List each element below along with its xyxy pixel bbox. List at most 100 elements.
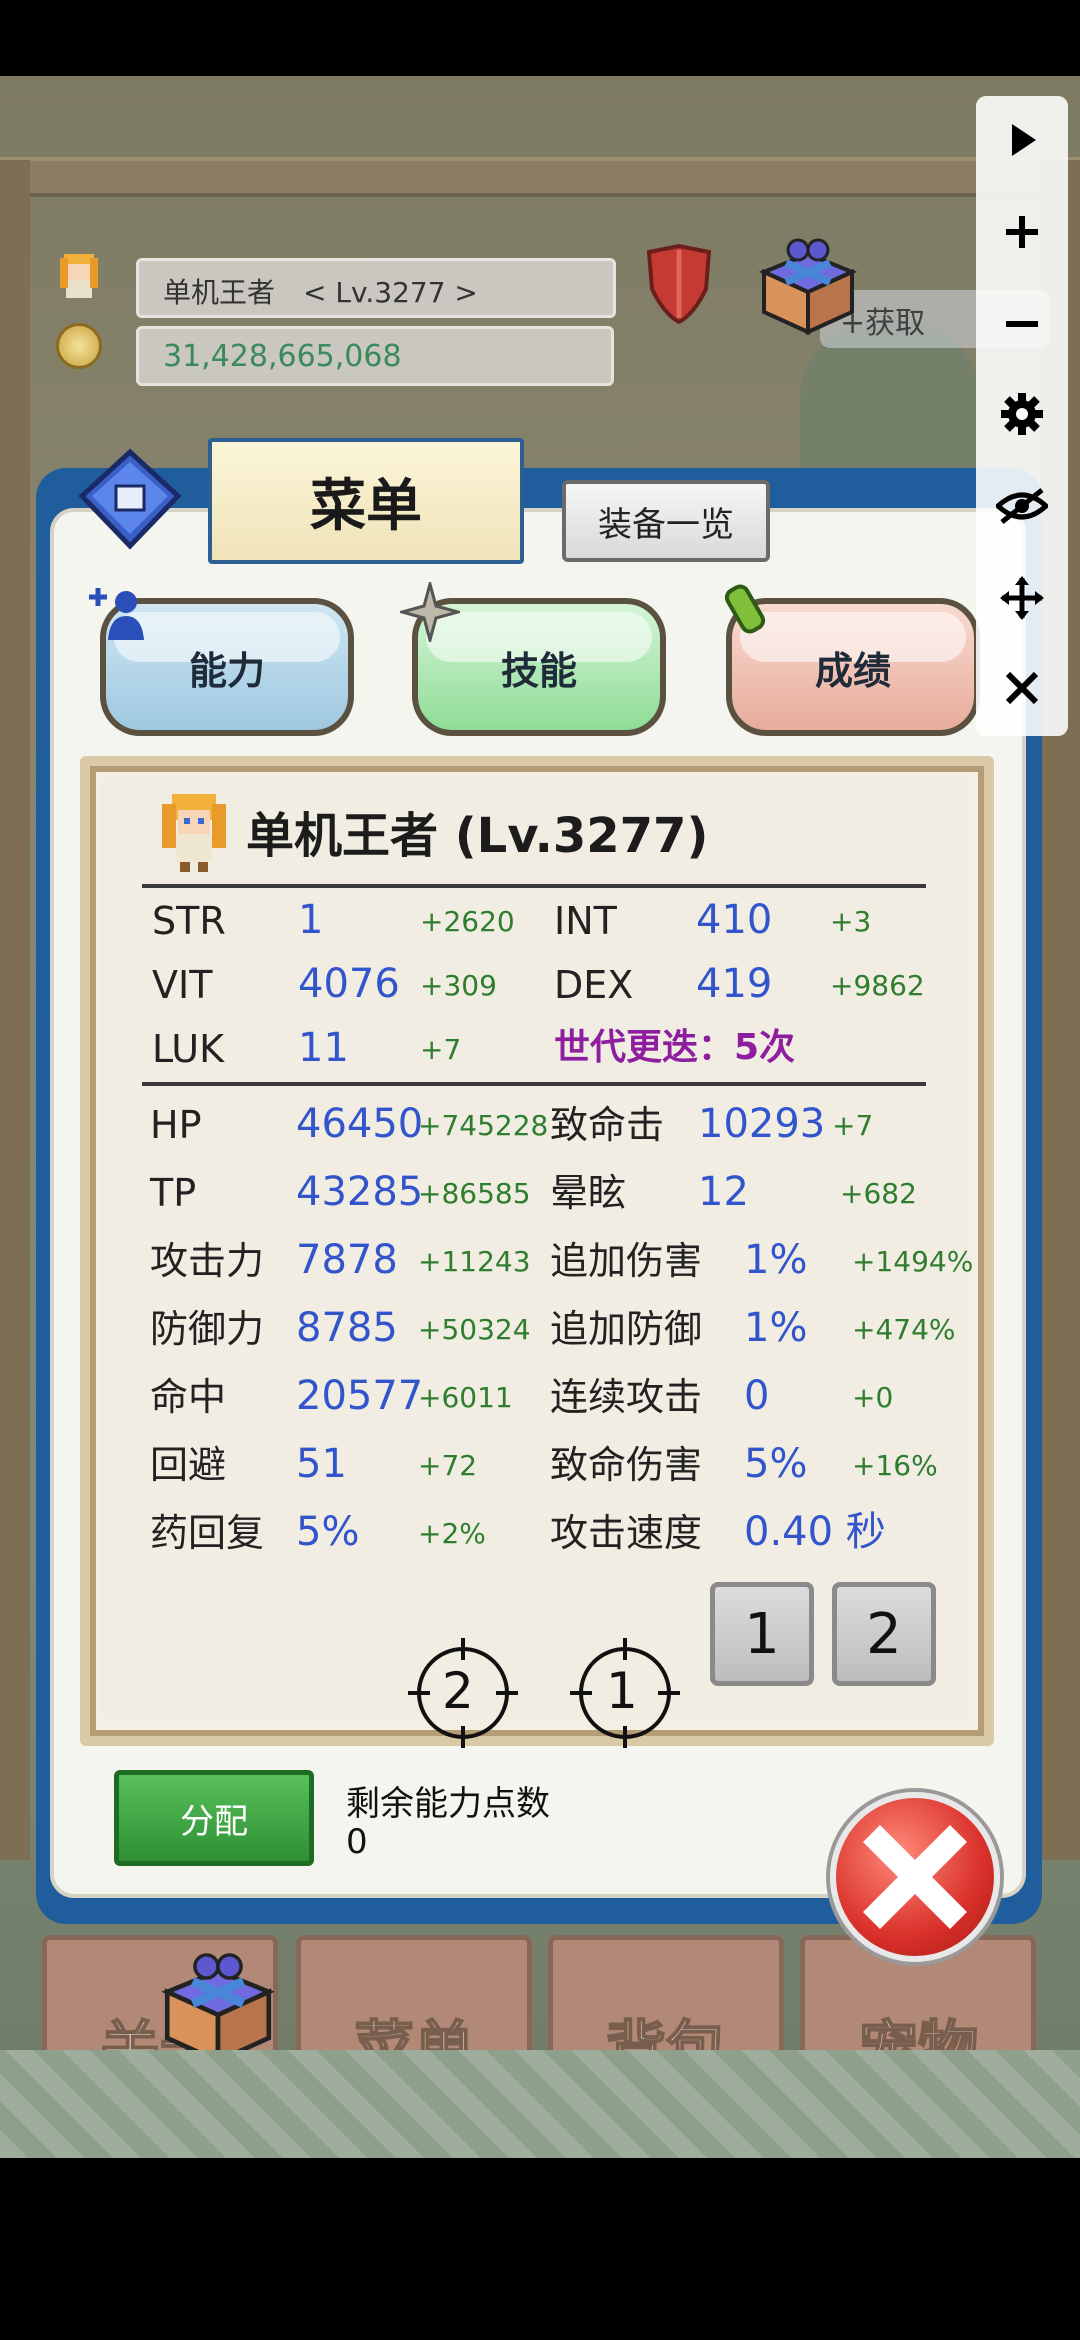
stat-combo-bonus: +0 — [852, 1381, 894, 1414]
gift-box-icon[interactable] — [756, 236, 860, 336]
equipment-list-button[interactable]: 装备一览 — [562, 480, 770, 562]
eye-off-icon — [996, 488, 1048, 524]
stat-extra-damage-value: 1% — [744, 1237, 808, 1283]
stat-dex-label: DEX — [554, 963, 634, 1007]
stat-defense-bonus: +50324 — [418, 1313, 531, 1346]
play-icon — [1012, 124, 1036, 156]
move-icon — [1000, 576, 1044, 620]
stat-potion-value: 5% — [296, 1509, 360, 1555]
stat-combo-label: 连续攻击 — [550, 1375, 703, 1419]
stat-crit-value: 10293 — [698, 1101, 826, 1147]
remaining-points-label: 剩余能力点数 — [346, 1784, 550, 1824]
page-button-1[interactable]: 1 — [710, 1582, 814, 1686]
stat-potion-bonus: +2% — [418, 1517, 486, 1550]
divider-middle — [142, 1082, 926, 1086]
stat-combo-value: 0 — [744, 1373, 770, 1419]
stat-attack-speed-label: 攻击速度 — [550, 1511, 703, 1555]
character-name: 单机王者 (Lv.3277) — [246, 808, 709, 864]
gold-coin-icon — [56, 323, 102, 369]
stat-int-bonus: +3 — [830, 905, 872, 938]
target-2[interactable]: 2 — [408, 1638, 518, 1748]
stat-extra-damage-bonus: +1494% — [852, 1245, 974, 1278]
divider-top — [142, 884, 926, 888]
hud-gold-amount: 31,428,665,068 — [136, 326, 614, 386]
shield-icon[interactable] — [644, 244, 714, 324]
close-panel-button[interactable] — [830, 1792, 1000, 1962]
background-frame — [0, 157, 1080, 197]
remaining-points-value: 0 — [346, 1822, 368, 1862]
hide-button[interactable] — [976, 462, 1068, 550]
plus-icon — [1006, 216, 1038, 248]
stat-dex-bonus: +9862 — [830, 969, 925, 1002]
stat-str-bonus: +2620 — [420, 905, 515, 938]
side-toolbar — [976, 96, 1068, 736]
stat-evade-value: 51 — [296, 1441, 347, 1487]
stat-int-value: 410 — [696, 897, 773, 943]
stat-crit-damage-bonus: +16% — [852, 1449, 938, 1482]
stat-stun-label: 晕眩 — [550, 1171, 627, 1215]
settings-button[interactable] — [976, 370, 1068, 458]
target-1-label: 1 — [606, 1662, 638, 1720]
move-button[interactable] — [976, 554, 1068, 642]
tab-record-label: 成绩 — [814, 648, 891, 693]
stat-int-label: INT — [554, 899, 617, 943]
generation-count: 世代更迭：5次 — [554, 1027, 796, 1068]
stat-tp-bonus: +86585 — [418, 1177, 531, 1210]
stat-defense-value: 8785 — [296, 1305, 398, 1351]
close-icon — [1005, 671, 1039, 705]
stat-evade-label: 回避 — [150, 1443, 227, 1487]
stat-extra-defense-value: 1% — [744, 1305, 808, 1351]
stat-tp-value: 43285 — [296, 1169, 424, 1215]
stat-stun-bonus: +682 — [840, 1177, 917, 1210]
stat-luk-value: 11 — [298, 1025, 349, 1071]
stat-extra-defense-label: 追加防御 — [550, 1307, 703, 1351]
book-icon — [78, 448, 182, 550]
page-button-2[interactable]: 2 — [832, 1582, 936, 1686]
stat-attack-label: 攻击力 — [150, 1239, 265, 1283]
nav-gift-icon[interactable] — [158, 1950, 278, 2066]
stat-evade-bonus: +72 — [418, 1449, 478, 1482]
stat-crit-damage-label: 致命伤害 — [550, 1443, 703, 1487]
zoom-out-button[interactable] — [976, 280, 1068, 368]
stat-potion-label: 药回复 — [150, 1511, 265, 1555]
stat-luk-label: LUK — [152, 1027, 225, 1071]
minus-icon — [1006, 321, 1038, 327]
stat-crit-bonus: +7 — [832, 1109, 874, 1142]
status-bar — [0, 0, 1080, 76]
stat-vit-bonus: +309 — [420, 969, 497, 1002]
stat-extra-damage-label: 追加伤害 — [550, 1239, 703, 1283]
sparkle-icon — [400, 582, 460, 642]
stat-crit-label: 致命击 — [550, 1103, 665, 1147]
close-toolbar-button[interactable] — [976, 644, 1068, 732]
scroll-icon — [724, 584, 766, 634]
stat-hp-value: 46450 — [296, 1101, 424, 1147]
stat-attack-speed-value: 0.40 秒 — [744, 1509, 886, 1555]
stat-crit-damage-value: 5% — [744, 1441, 808, 1487]
stat-extra-defense-bonus: +474% — [852, 1313, 956, 1346]
play-button[interactable] — [976, 96, 1068, 184]
target-2-label: 2 — [442, 1662, 474, 1720]
stat-dex-value: 419 — [696, 961, 773, 1007]
hud-player-name: 单机王者 < Lv.3277 > — [136, 258, 616, 318]
close-x-icon — [863, 1825, 967, 1929]
stat-vit-value: 4076 — [298, 961, 400, 1007]
tab-ability-label: 能力 — [188, 648, 265, 693]
stat-attack-value: 7878 — [296, 1237, 398, 1283]
stat-stun-value: 12 — [698, 1169, 749, 1215]
stat-tp-label: TP — [150, 1171, 197, 1215]
target-1[interactable]: 1 — [570, 1638, 680, 1748]
stat-luk-bonus: +7 — [420, 1033, 462, 1066]
stat-attack-bonus: +11243 — [418, 1245, 531, 1278]
character-portrait-icon — [162, 794, 226, 872]
ground-tiles — [0, 2050, 1080, 2158]
stat-hp-bonus: +745228 — [418, 1109, 549, 1142]
stat-hit-value: 20577 — [296, 1373, 424, 1419]
background-wall-left — [0, 160, 30, 1860]
assign-button[interactable]: 分配 — [114, 1770, 314, 1866]
stat-hit-label: 命中 — [150, 1375, 227, 1419]
stat-vit-label: VIT — [152, 963, 213, 1007]
hud-avatar-icon — [60, 254, 98, 298]
zoom-in-button[interactable] — [976, 188, 1068, 276]
stat-str-label: STR — [152, 899, 226, 943]
menu-title: 菜单 — [208, 438, 524, 564]
